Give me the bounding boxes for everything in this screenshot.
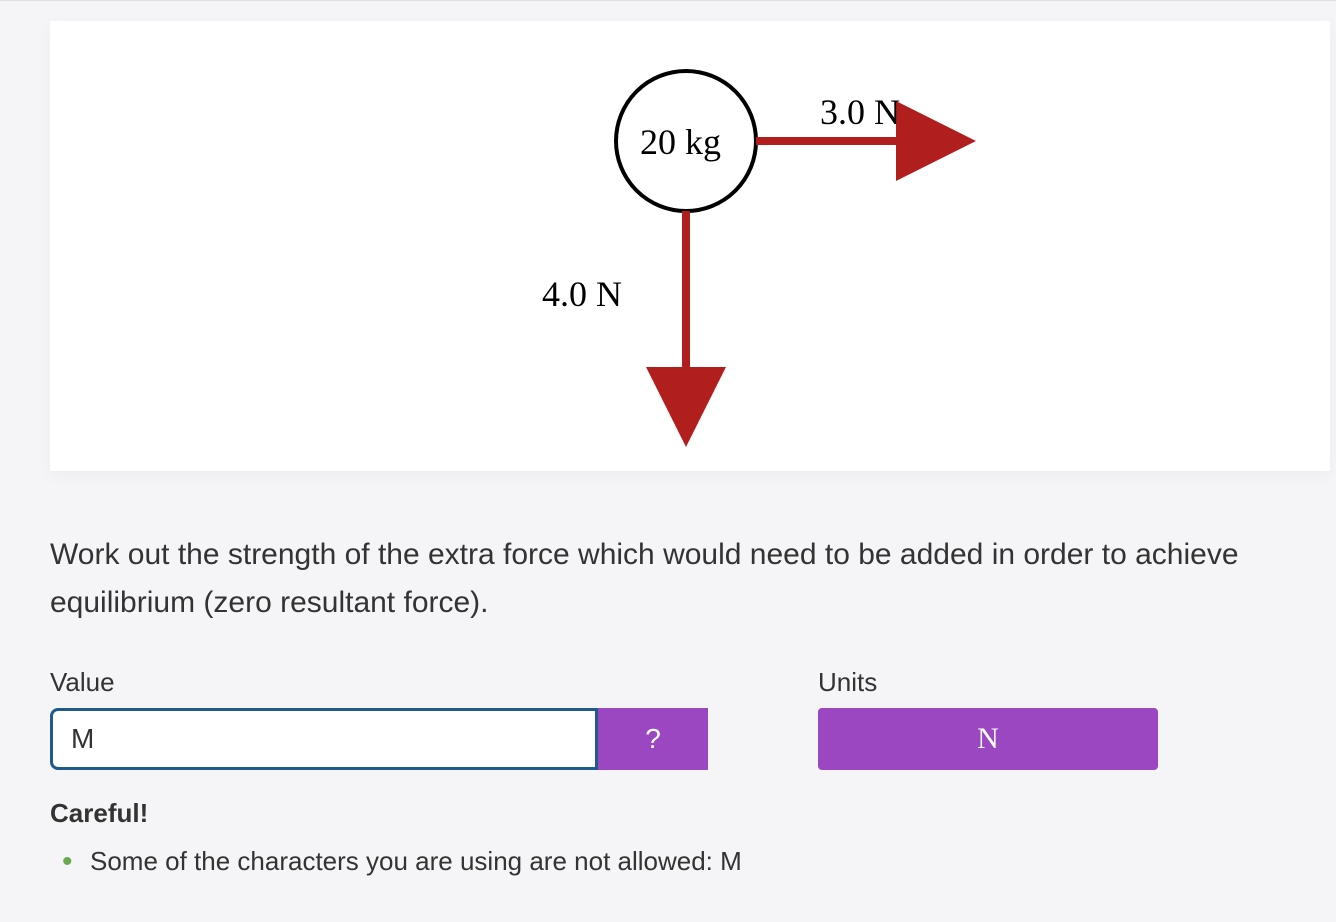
inputs-row: Value ? Units N (50, 667, 1310, 770)
value-label: Value (50, 667, 708, 698)
value-input[interactable] (50, 708, 598, 770)
value-group: Value ? (50, 667, 708, 770)
value-row: ? (50, 708, 708, 770)
feedback-list: Some of the characters you are using are… (50, 843, 1310, 879)
force-diagram-svg (50, 21, 1330, 471)
feedback-block: Careful! Some of the characters you are … (50, 798, 1310, 879)
force-right-label: 3.0 N (820, 91, 900, 133)
units-group: Units N (818, 667, 1158, 770)
question-text: Work out the strength of the extra force… (50, 531, 1310, 627)
help-button[interactable]: ? (598, 708, 708, 770)
force-down-label: 4.0 N (542, 273, 622, 315)
units-label: Units (818, 667, 1158, 698)
feedback-title: Careful! (50, 798, 1310, 829)
units-select[interactable]: N (818, 708, 1158, 770)
mass-label: 20 kg (640, 121, 721, 163)
question-area: Work out the strength of the extra force… (50, 531, 1310, 879)
feedback-item: Some of the characters you are using are… (90, 843, 1310, 879)
force-diagram-panel: 20 kg 3.0 N 4.0 N (50, 21, 1330, 471)
page-root: 20 kg 3.0 N 4.0 N Work out the strength … (0, 0, 1336, 879)
